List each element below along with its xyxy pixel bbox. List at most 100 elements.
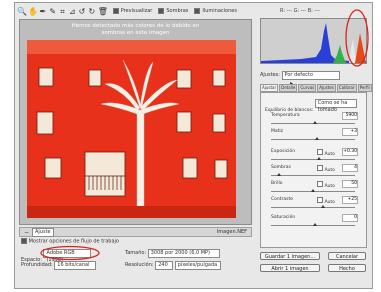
tab-ajustes[interactable]: Ajustes <box>317 84 336 92</box>
resolution-unit-select[interactable]: píxeles/pulgada <box>174 261 221 270</box>
clipping-warning-line1: Hemos detectado más colores de lo debido… <box>71 23 200 29</box>
highlights-label: Iluminaciones <box>202 8 237 14</box>
zoom-select[interactable]: Ajuste <box>32 228 54 237</box>
save-image-button[interactable]: Guardar 1 imagen... <box>260 252 320 260</box>
panel-tabs: Ajustar Detalle Curvas Ajustes Calibrar … <box>260 84 372 92</box>
checkbox-icon <box>317 165 323 171</box>
white-balance-row: Equilibrio de blancos: Como se ha tomado <box>265 99 357 113</box>
exposure-slider[interactable] <box>271 157 355 160</box>
saturation-value[interactable]: 0 <box>342 214 358 222</box>
rotate-left-icon[interactable]: ↺ <box>78 7 86 16</box>
tab-detalle[interactable]: Detalle <box>279 84 298 92</box>
eyedropper-icon[interactable]: ✒ <box>39 7 47 16</box>
contrast-value[interactable]: +25 <box>342 196 358 204</box>
brightness-value[interactable]: 50 <box>342 180 358 188</box>
contrast-slider[interactable] <box>271 205 355 208</box>
auto-label: Auto <box>324 184 335 189</box>
size-row: Tamaño: 3008 por 2000 (6,0 MP) <box>125 249 220 258</box>
photo-building <box>27 40 236 218</box>
size-select[interactable]: 3008 por 2000 (6,0 MP) <box>147 249 220 258</box>
preview-label: Previsualizar <box>120 8 153 14</box>
slider-knob[interactable] <box>277 173 281 176</box>
workflow-toggle[interactable]: Mostrar opciones de flujo de trabajo <box>21 238 119 245</box>
checkbox-icon <box>317 149 323 155</box>
auto-label: Auto <box>324 152 335 157</box>
brightness-label: Brillo <box>271 181 283 186</box>
trash-icon[interactable]: 🗑 <box>98 7 108 16</box>
slider-knob[interactable] <box>313 223 317 226</box>
saturation-slider[interactable] <box>271 223 355 226</box>
checkbox-icon <box>317 197 323 203</box>
temperature-label: Temperatura <box>271 113 300 118</box>
resolution-input[interactable]: 240 <box>155 261 174 270</box>
exposure-value[interactable]: +0.30 <box>342 148 358 156</box>
checkbox-icon <box>158 8 165 14</box>
resolution-row: Resolución: 240 píxeles/pulgada <box>125 261 221 270</box>
brightness-slider[interactable] <box>271 189 355 192</box>
settings-label: Ajustes: <box>260 72 280 78</box>
tint-slider[interactable] <box>271 137 355 140</box>
filename-label: Imagen.NEF <box>216 229 247 235</box>
adjust-panel: Equilibrio de blancos: Como se ha tomado… <box>260 92 367 248</box>
shadows-auto[interactable]: Auto <box>317 165 335 173</box>
hand-icon[interactable]: ✋ <box>28 7 38 16</box>
tab-curvas[interactable]: Curvas <box>298 84 317 92</box>
contrast-auto[interactable]: Auto <box>317 197 335 205</box>
open-image-button[interactable]: Abrir 1 imagen <box>260 264 320 272</box>
depth-row: Profundidad: 16 bits/canal <box>21 261 97 270</box>
shadows-label: Sombras <box>271 165 291 170</box>
slider-knob[interactable] <box>313 121 317 124</box>
rotate-right-icon[interactable]: ↻ <box>88 7 96 16</box>
depth-select[interactable]: 16 bits/canal <box>54 261 97 270</box>
settings-select[interactable]: Por defecto <box>281 71 340 80</box>
checkbox-icon <box>317 181 323 187</box>
clipping-warning-line2: sombras en esta imagen <box>101 30 170 36</box>
shadows-checkbox[interactable]: Sombras <box>158 8 188 14</box>
shadows-value[interactable]: 4 <box>342 164 358 172</box>
checkbox-icon <box>21 238 27 244</box>
contrast-label: Contraste <box>271 197 293 202</box>
rgb-readout: R: --- G: --- B: --- <box>280 8 320 14</box>
checkbox-icon <box>112 8 119 14</box>
slider-knob[interactable] <box>311 189 315 192</box>
auto-label: Auto <box>324 200 335 205</box>
toolbar: 🔍 ✋ ✒ ✎ ⌗ ⊿ ↺ ↻ 🗑 Previsualizar Sombras … <box>17 5 237 17</box>
size-label: Tamaño: <box>125 250 147 256</box>
tab-calibrar[interactable]: Calibrar <box>336 84 357 92</box>
white-balance-select[interactable]: Como se ha tomado <box>314 99 357 113</box>
zoom-icon[interactable]: 🔍 <box>17 7 27 16</box>
checkbox-icon <box>194 8 201 14</box>
image-preview[interactable]: Hemos detectado más colores de lo debido… <box>19 19 252 225</box>
color-sampler-icon[interactable]: ✎ <box>49 7 57 16</box>
resolution-label: Resolución: <box>125 262 154 268</box>
exposure-auto[interactable]: Auto <box>317 149 335 157</box>
slider-knob[interactable] <box>321 205 325 208</box>
temperature-value[interactable]: 5900 <box>342 112 358 120</box>
auto-label: Auto <box>324 168 335 173</box>
annotation-ellipse <box>345 9 369 67</box>
preview-checkbox[interactable]: Previsualizar <box>112 8 153 14</box>
annotation-ellipse <box>40 245 100 261</box>
camera-raw-dialog: 🔍 ✋ ✒ ✎ ⌗ ⊿ ↺ ↻ 🗑 Previsualizar Sombras … <box>14 2 373 289</box>
exposure-label: Exposición <box>271 149 296 154</box>
slider-knob[interactable] <box>315 137 319 140</box>
tab-ajustar[interactable]: Ajustar <box>260 84 279 92</box>
tint-value[interactable]: +3 <box>342 128 358 136</box>
slider-knob[interactable] <box>317 157 321 160</box>
zoom-out-icon[interactable]: − <box>24 229 29 236</box>
straighten-icon[interactable]: ⊿ <box>68 7 76 16</box>
cancel-button[interactable]: Cancelar <box>328 252 366 260</box>
done-button[interactable]: Hecho <box>328 264 366 272</box>
saturation-label: Saturación <box>271 215 296 220</box>
shadows-slider[interactable] <box>271 173 355 176</box>
depth-label: Profundidad: <box>21 262 53 268</box>
tint-label: Matiz <box>271 129 284 134</box>
brightness-auto[interactable]: Auto <box>317 181 335 189</box>
shadows-label: Sombras <box>166 8 189 14</box>
zoom-bar: − Ajuste Imagen.NEF <box>19 227 252 237</box>
crop-icon[interactable]: ⌗ <box>59 7 67 16</box>
tab-perfil[interactable]: Perfil <box>357 84 372 92</box>
workflow-label: Mostrar opciones de flujo de trabajo <box>28 238 119 245</box>
temperature-slider[interactable] <box>271 121 355 124</box>
highlights-checkbox[interactable]: Iluminaciones <box>194 8 237 14</box>
